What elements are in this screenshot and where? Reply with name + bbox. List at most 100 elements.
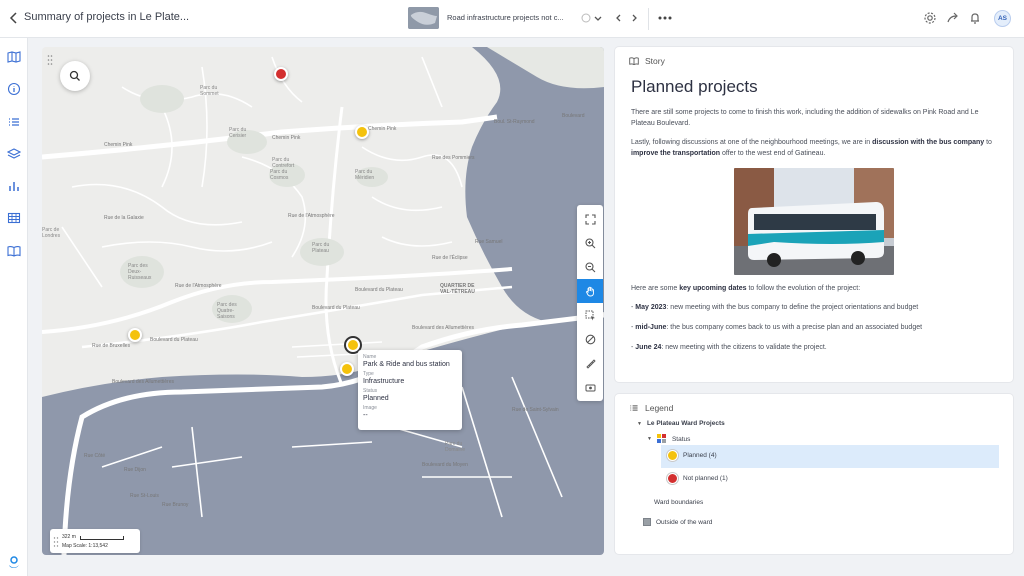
- bullet-text: : new meeting with the citizens to valid…: [661, 344, 827, 351]
- road-label: Boul. St-Raymond: [494, 119, 535, 125]
- popup-type-value: Infrastructure: [363, 378, 405, 385]
- map-thumbnail[interactable]: [408, 7, 439, 29]
- map-label: QUARTIER DE VAL-TÉTREAU: [440, 283, 475, 295]
- info-icon[interactable]: [6, 81, 22, 97]
- pan-hand-icon[interactable]: [577, 279, 603, 303]
- road-label: Rue de l'Atmosphère: [288, 213, 335, 219]
- basemap-icon[interactable]: [577, 375, 603, 399]
- chevron-down-icon[interactable]: [589, 9, 607, 27]
- map-label: Parc de Londres: [42, 227, 61, 239]
- story-title: Planned projects: [631, 77, 758, 96]
- bullet-text: : new meeting with the bus company to de…: [666, 304, 919, 311]
- road-label: Rue de Saint-Sylvain: [512, 407, 559, 413]
- story-header: Story: [629, 54, 665, 68]
- yellow-dot-icon: [667, 450, 678, 461]
- map-label: Parc du Contrefort: [272, 157, 295, 169]
- fullscreen-icon[interactable]: [577, 207, 603, 231]
- text-run: to: [984, 139, 992, 146]
- select-area-icon[interactable]: [577, 303, 603, 327]
- story-panel: Story Planned projects There are still s…: [615, 47, 1013, 382]
- road-label: Rue de l'Atmosphère: [175, 283, 222, 289]
- legend-item-label: Ward boundaries: [654, 499, 704, 506]
- road-label: Boulevard du Plateau: [355, 287, 403, 293]
- legend-ward-boundaries[interactable]: Ward boundaries: [654, 499, 703, 506]
- map-label: Parc du Sommet: [200, 85, 219, 97]
- text-run: Here are some: [631, 285, 680, 292]
- bullet-date: mid-June: [635, 324, 667, 331]
- chart-icon[interactable]: [6, 178, 22, 194]
- bullet-date: May 2023: [635, 304, 667, 311]
- no-identify-icon[interactable]: [577, 327, 603, 351]
- road-label: Rue St-Louis: [130, 493, 159, 499]
- text-run-bold: discussion with the bus company: [872, 139, 985, 146]
- book-icon: [629, 57, 639, 66]
- road-label: Rue Samuel: [475, 239, 503, 245]
- road-label: Boulevard du Plateau: [312, 305, 360, 311]
- legend-item-planned[interactable]: Planned (4): [667, 450, 717, 461]
- bullet-date: June 24: [635, 344, 662, 351]
- legend-item-label: Planned (4): [683, 452, 717, 459]
- road-label: Rue Côté: [84, 453, 106, 459]
- road-label: Rue de Bruxelles: [92, 343, 131, 349]
- red-dot-icon: [667, 473, 678, 484]
- legend-group-label: Le Plateau Ward Projects: [646, 420, 725, 427]
- next-page-icon[interactable]: [625, 9, 643, 27]
- book-icon[interactable]: [6, 243, 22, 259]
- settings-gear-icon[interactable]: [921, 9, 939, 27]
- project-marker-planned[interactable]: [340, 362, 354, 376]
- collapse-triangle-icon[interactable]: ▼: [637, 421, 642, 427]
- layers-icon[interactable]: [6, 146, 22, 162]
- legend-item-label: Not planned (1): [683, 475, 728, 482]
- back-arrow-icon[interactable]: [6, 10, 22, 26]
- map-icon[interactable]: [6, 49, 22, 65]
- road-label: Boulevard: [562, 113, 585, 119]
- project-marker-planned[interactable]: [128, 328, 142, 342]
- collapse-triangle-icon[interactable]: ▼: [647, 436, 652, 442]
- drag-handle-icon[interactable]: [53, 535, 59, 547]
- map-label: Parc du Domaine: [445, 441, 466, 453]
- date-bullet: - June 24: new meeting with the citizens…: [631, 344, 827, 351]
- text-run-bold: key upcoming dates: [679, 285, 747, 292]
- map-label: Parc des Deux- Ruisseaux: [128, 263, 152, 281]
- project-marker-not-planned[interactable]: [274, 67, 288, 81]
- road-label: Boulevard des Allumettières: [112, 379, 174, 385]
- legend-subgroup-label: Status: [671, 435, 691, 443]
- legend-outside-ward[interactable]: Outside of the ward: [643, 518, 712, 526]
- road-label: Chemin Pink: [368, 126, 397, 132]
- project-marker-planned[interactable]: [355, 125, 369, 139]
- measure-icon[interactable]: [577, 351, 603, 375]
- document-title[interactable]: Road infrastructure projects not c...: [447, 13, 571, 22]
- top-bar: Summary of projects in Le Plate... Road …: [0, 0, 1024, 38]
- road-label: Rue des Pommiers: [432, 155, 475, 161]
- share-icon[interactable]: [944, 9, 962, 27]
- map-label: Parc des Quatre- Saisons: [217, 302, 237, 320]
- legend-group-row[interactable]: ▼ Le Plateau Ward Projects: [637, 420, 725, 427]
- list-icon[interactable]: [6, 114, 22, 130]
- symbology-grid-icon: [656, 434, 666, 443]
- map-search-button[interactable]: [60, 61, 90, 91]
- table-icon[interactable]: [6, 210, 22, 226]
- road-label: Boulevard du Plateau: [150, 337, 198, 343]
- story-header-label: Story: [645, 56, 665, 66]
- map-view[interactable]: Parc du Sommet Parc du Cerisier Parc du Con…: [42, 47, 604, 555]
- map-label: Parc du Cerisier: [229, 127, 247, 139]
- drag-handle-icon[interactable]: [47, 53, 53, 65]
- zoom-in-icon[interactable]: [577, 231, 603, 255]
- road-label: Rue Brunoy: [162, 502, 189, 508]
- notification-bell-icon[interactable]: [966, 9, 984, 27]
- road-label: Boulevard des Allumettières: [412, 325, 474, 331]
- text-run: to follow the evolution of the project:: [746, 285, 861, 292]
- legend-item-not-planned[interactable]: Not planned (1): [667, 473, 728, 484]
- user-avatar[interactable]: AS: [994, 10, 1011, 27]
- legend-header-label: Legend: [645, 403, 674, 413]
- map-label: Parc du Cosmos: [270, 169, 289, 181]
- legend-subgroup-row[interactable]: ▼ Status: [647, 434, 690, 444]
- scale-line: [80, 536, 124, 540]
- map-toolbar: [577, 205, 603, 401]
- feature-popup[interactable]: Name Park & Ride and bus station Type In…: [358, 350, 462, 430]
- more-options-icon[interactable]: [656, 9, 674, 27]
- popup-image-value: --: [363, 412, 368, 419]
- gray-square-icon: [643, 518, 651, 526]
- app-title[interactable]: Summary of projects in Le Plate...: [24, 11, 189, 23]
- zoom-out-icon[interactable]: [577, 255, 603, 279]
